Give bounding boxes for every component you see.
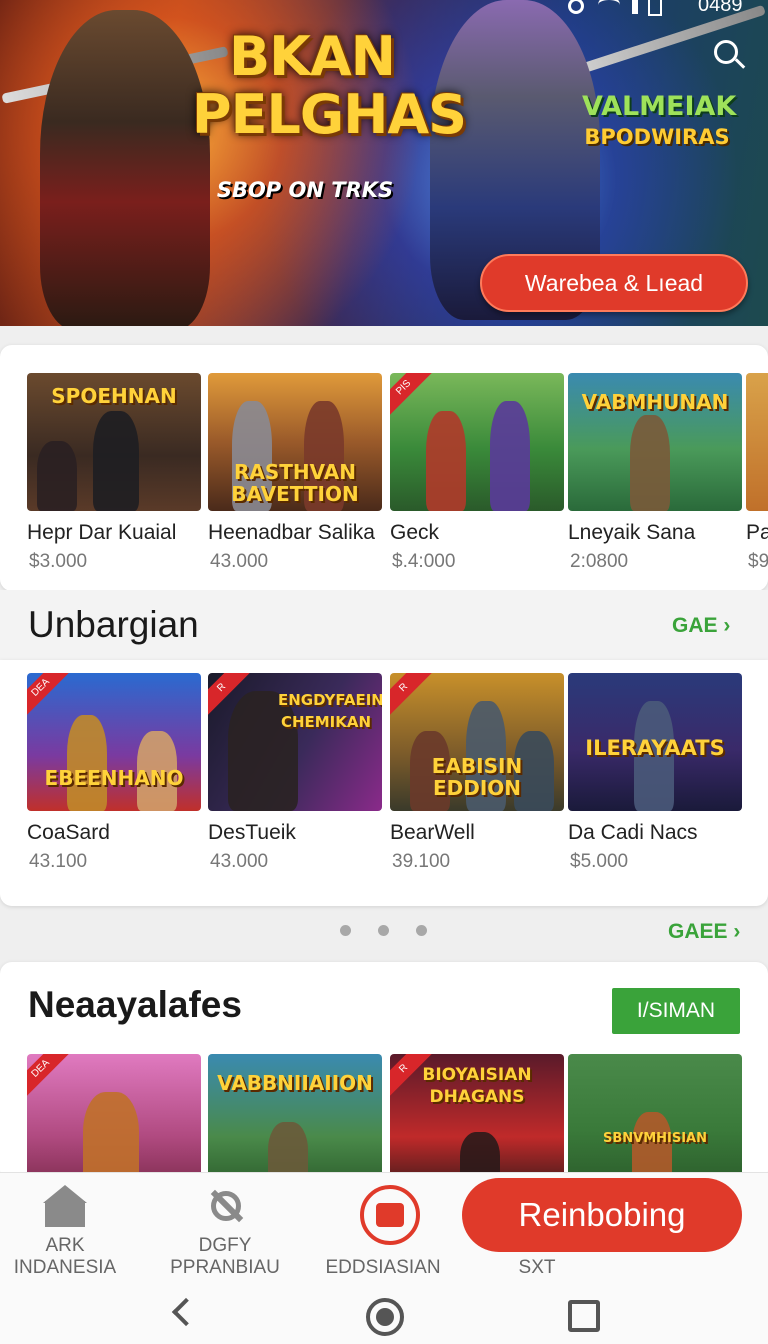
thumbnail-art-text: ILERAYAATS	[585, 736, 725, 760]
nav-label: EDDSIASIAN	[325, 1257, 441, 1278]
signal-icon	[568, 0, 584, 14]
app-screen: BKAN PELGHAS SBOP ON TRKS VALMEIAK BPODW…	[0, 0, 768, 1344]
game-title: Hepr Dar Kuaial	[27, 521, 177, 544]
game-thumbnail: ILERAYAATS	[568, 673, 742, 811]
carousel-indicator[interactable]	[340, 925, 440, 937]
nav-label: ARK	[45, 1235, 85, 1256]
thumbnail-art-text: EABISIN EDDION	[431, 754, 523, 800]
nav-label: INDANESIA	[13, 1257, 117, 1278]
thumbnail-art-text: SPOEHNAN	[51, 384, 177, 408]
home-icon	[43, 1185, 87, 1227]
section-action-button[interactable]: I/SIMAN	[612, 988, 740, 1034]
game-thumbnail: R EABISIN EDDION	[390, 673, 564, 811]
cell-bars-icon	[632, 0, 638, 14]
section-title: Neaayalafes	[28, 984, 242, 1025]
game-price: $.4:000	[392, 551, 456, 572]
nav-item-home[interactable]: ARK INDANESIA	[0, 1173, 140, 1283]
game-thumbnail: SBNVMHISIAN	[568, 1054, 742, 1172]
game-price: 2:0800	[570, 551, 629, 572]
thumbnail-art-text: ENGDYFAEIN CHEMIKAN	[278, 691, 382, 731]
sale-ribbon: PIS	[390, 373, 433, 417]
game-price: $3.000	[29, 551, 88, 572]
game-thumbnail: VABMHUNAN	[568, 373, 742, 511]
hero-title-line2: PELGHAS	[192, 83, 467, 146]
hero-warrior-art-left	[40, 10, 210, 326]
system-navigation-bar	[0, 1282, 768, 1344]
game-price: $5.000	[570, 851, 629, 872]
game-thumbnail: DEA EBEENHANO	[27, 673, 201, 811]
section-row[interactable]: DEA EBEENHANO CoaSard 43.100 R ENGDYFAEI…	[0, 673, 768, 883]
hero-subtitle: SBOP ON TRKS	[216, 178, 394, 202]
game-thumbnail: PIS	[390, 373, 564, 511]
game-thumbnail: DEA	[27, 1054, 201, 1172]
section-title: Unbargian	[28, 604, 199, 645]
game-title: CoaSard	[27, 821, 110, 844]
sale-ribbon: DEA	[27, 1054, 70, 1098]
game-thumbnail: SPOEHNAN	[27, 373, 201, 511]
thumbnail-art-text: BIOYAISIAN DHAGANS	[422, 1065, 532, 1107]
game-title: Da Cadi Nacs	[568, 821, 698, 844]
game-title: DesTueik	[208, 821, 296, 844]
thumbnail-art-text: VABMHUNAN	[581, 390, 729, 414]
carousel-dot[interactable]	[340, 925, 351, 936]
game-thumbnail	[746, 373, 768, 511]
thumbnail-art-text: RASTHVAN BAVETTION	[231, 460, 359, 506]
game-title: Lneyaik Sana	[568, 521, 696, 544]
wifi-icon	[598, 0, 620, 14]
carousel-dot[interactable]	[378, 925, 389, 936]
nav-item-pharmacy[interactable]: DGFY PPRANBIAU	[150, 1173, 300, 1283]
thumbnail-art-text: EBEENHANO	[44, 766, 184, 790]
battery-icon	[648, 0, 662, 16]
game-title: Pa	[746, 521, 768, 544]
carousel-dot[interactable]	[416, 925, 427, 936]
see-all-link[interactable]: GAE ›	[672, 614, 730, 638]
game-title: Heenadbar Salika	[208, 521, 375, 544]
tools-icon	[205, 1187, 245, 1227]
thumbnail-art-text: SBNVMHISIAN	[602, 1131, 707, 1146]
sale-ribbon: R	[390, 673, 433, 717]
game-price: 39.100	[392, 851, 451, 872]
thumbnail-art-text: VABBNIIAIION	[217, 1071, 373, 1095]
game-thumbnail: VABBNIIAIION	[208, 1054, 382, 1172]
featured-row[interactable]: SPOEHNAN Hepr Dar Kuaial $3.000 RASTHVAN…	[0, 373, 768, 583]
status-time: 0489	[698, 0, 743, 16]
game-title: Geck	[390, 521, 440, 544]
sale-ribbon: DEA	[27, 673, 70, 717]
recent-apps-icon[interactable]	[568, 1300, 600, 1332]
game-title: BearWell	[390, 821, 475, 844]
game-price: 43.000	[210, 851, 269, 872]
primary-action-button[interactable]: Reinbobing	[462, 1178, 742, 1252]
game-thumbnail: R ENGDYFAEIN CHEMIKAN	[208, 673, 382, 811]
status-bar: 0489	[560, 0, 768, 20]
hero-game-logo: BKAN PELGHAS	[192, 25, 467, 146]
game-thumbnail: R BIOYAISIAN DHAGANS	[390, 1054, 564, 1172]
nav-label: PPRANBIAU	[170, 1257, 280, 1278]
hero-cta-button[interactable]: Warebea & Lıead	[480, 254, 748, 312]
gamepad-icon	[360, 1185, 420, 1245]
nav-label: SXT	[518, 1257, 556, 1278]
hero-title-line1: BKAN	[229, 25, 396, 88]
game-price: 43.100	[29, 851, 88, 872]
nav-item-games[interactable]: EDDSIASIAN	[308, 1173, 458, 1283]
search-icon[interactable]	[714, 40, 746, 72]
hero-secondary-logo: VALMEIAK BPODWIRAS	[582, 91, 737, 152]
see-all-link[interactable]: GAEE ›	[668, 920, 740, 944]
home-circle-icon[interactable]	[366, 1298, 404, 1336]
section-row[interactable]: DEA VABBNIIAIION R BIOYAISIAN DHAGANS SB…	[0, 1054, 768, 1172]
game-price: $9	[748, 551, 768, 572]
nav-label: DGFY	[198, 1235, 252, 1256]
game-price: 43.000	[210, 551, 269, 572]
game-thumbnail: RASTHVAN BAVETTION	[208, 373, 382, 511]
back-icon[interactable]	[171, 1297, 201, 1327]
hero-banner[interactable]: BKAN PELGHAS SBOP ON TRKS VALMEIAK BPODW…	[0, 0, 768, 326]
hero-logo2-line1: VALMEIAK	[582, 91, 737, 122]
hero-logo2-line2: BPODWIRAS	[584, 125, 730, 149]
